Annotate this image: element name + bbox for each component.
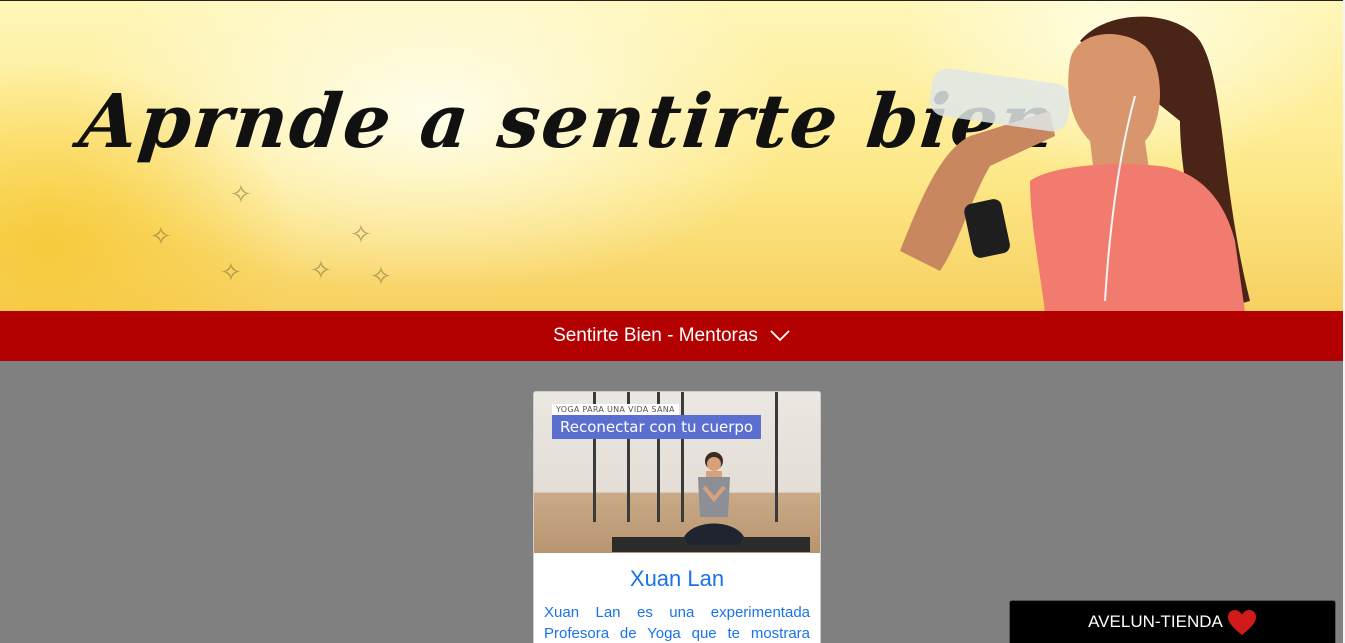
avelun-tienda-button[interactable]: AVELUN-TIENDA: [1009, 600, 1336, 643]
mentoras-dropdown-label: Sentirte Bien - Mentoras: [553, 325, 758, 346]
image-banner: Reconectar con tu cuerpo: [552, 415, 762, 439]
woman-drinking-water-image: [900, 16, 1250, 311]
chevron-down-icon: [770, 330, 790, 342]
image-small-label: YOGA PARA UNA VIDA SANA: [552, 404, 679, 415]
mentor-card-image[interactable]: YOGA PARA UNA VIDA SANA Reconectar con t…: [534, 392, 820, 553]
mentor-name[interactable]: Xuan Lan: [534, 566, 820, 592]
nav-bar: Sentirte Bien - Mentoras: [0, 311, 1343, 361]
mentor-card[interactable]: YOGA PARA UNA VIDA SANA Reconectar con t…: [533, 391, 821, 643]
hero-title: Aprnde a sentirte bien: [75, 79, 1061, 165]
mentoras-dropdown[interactable]: Sentirte Bien - Mentoras: [553, 325, 790, 347]
birds-decoration: ✧ ✧ ✧ ✧ ✧ ✧: [150, 179, 392, 291]
hero-banner: Aprnde a sentirte bien ✧ ✧ ✧ ✧ ✧ ✧: [0, 0, 1343, 311]
mentor-description: Xuan Lan es una experimentada Profesora …: [544, 604, 810, 642]
shop-label: AVELUN-TIENDA: [1088, 612, 1223, 631]
yoga-woman-figure: [684, 452, 744, 545]
heart-icon: [1227, 609, 1256, 635]
